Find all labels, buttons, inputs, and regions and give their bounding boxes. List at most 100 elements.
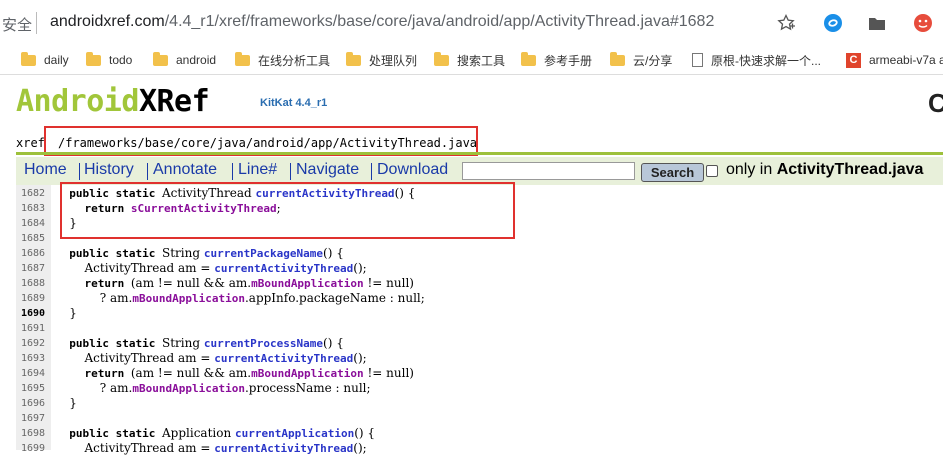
- bookmark-manuals[interactable]: 参考手册: [521, 50, 592, 70]
- line-number-link[interactable]: 1697: [21, 411, 51, 426]
- only-in-label: only in ActivityThread.java: [726, 161, 923, 179]
- line-number-link[interactable]: 1699: [21, 441, 51, 456]
- security-label[interactable]: 安全: [2, 14, 32, 35]
- keyword: public static: [69, 247, 162, 260]
- method-link[interactable]: currentActivityThread: [214, 442, 353, 455]
- method-link[interactable]: currentApplication: [235, 427, 354, 440]
- profile-icon[interactable]: [912, 12, 934, 34]
- code-text: public static String currentProcessName(…: [54, 336, 344, 351]
- bookmark-queue[interactable]: 处理队列: [346, 50, 417, 70]
- bookmark-armeabi[interactable]: Carmeabi-v7a a: [846, 50, 943, 70]
- code-fragment: [54, 426, 69, 440]
- bookmark-cloud[interactable]: 云/分享: [610, 50, 672, 70]
- bookmark-daily[interactable]: daily: [21, 50, 69, 70]
- code-text: }: [54, 306, 77, 321]
- field-link[interactable]: mBoundApplication: [132, 292, 245, 305]
- code-text: ActivityThread am = currentActivityThrea…: [54, 351, 367, 366]
- code-fragment: [54, 261, 85, 275]
- code-fragment: [54, 351, 85, 365]
- method-link[interactable]: currentActivityThread: [214, 352, 353, 365]
- code-fragment: ();: [353, 351, 367, 365]
- line-number-link[interactable]: 1683: [21, 201, 51, 216]
- menu-home[interactable]: Home: [24, 161, 67, 179]
- bookmark-search-tools[interactable]: 搜索工具: [434, 50, 505, 70]
- code-fragment: (am != null && am.: [130, 276, 252, 290]
- menu-navigate[interactable]: Navigate: [296, 161, 359, 179]
- code-fragment: (am != null && am.: [130, 366, 252, 380]
- line-number-link[interactable]: 1692: [21, 336, 51, 351]
- androidxref-logo[interactable]: AndroidXRef: [16, 84, 210, 119]
- code-text: ActivityThread am = currentActivityThrea…: [54, 261, 367, 276]
- code-fragment: () {: [354, 426, 376, 440]
- type-text: String: [161, 246, 204, 260]
- type-text: ActivityThread am =: [84, 261, 215, 275]
- line-number-link[interactable]: 1687: [21, 261, 51, 276]
- line-number-link[interactable]: 1695: [21, 381, 51, 396]
- line-number-link[interactable]: 1694: [21, 366, 51, 381]
- bookmark-primitive-root[interactable]: 原根-快速求解一个...: [692, 50, 821, 70]
- line-number-link[interactable]: 1696: [21, 396, 51, 411]
- bookmark-label: todo: [109, 53, 133, 67]
- menu-separator: [371, 163, 372, 180]
- line-number-link[interactable]: 1688: [21, 276, 51, 291]
- bookmark-label: 原根-快速求解一个...: [711, 53, 821, 68]
- code-fragment: ();: [353, 261, 367, 275]
- search-button[interactable]: Search: [641, 163, 704, 182]
- folder-icon: [21, 51, 36, 66]
- code-text: public static Application currentApplica…: [54, 426, 375, 441]
- line-number-link[interactable]: 1682: [21, 186, 51, 201]
- line-number-link[interactable]: 1684: [21, 216, 51, 231]
- code-fragment: ? am.: [54, 381, 133, 395]
- code-fragment: [54, 336, 69, 350]
- code-text: ActivityThread am = currentActivityThrea…: [54, 441, 367, 456]
- url-field[interactable]: androidxref.com/4.4_r1/xref/frameworks/b…: [50, 13, 714, 31]
- line-number-link[interactable]: 1686: [21, 246, 51, 261]
- folder-icon[interactable]: [866, 12, 888, 34]
- field-link[interactable]: mBoundApplication: [251, 367, 364, 380]
- method-link[interactable]: currentPackageName: [204, 247, 323, 260]
- search-input[interactable]: [462, 162, 635, 180]
- code-fragment: ();: [353, 441, 367, 455]
- line-number-link[interactable]: 1693: [21, 351, 51, 366]
- folder-icon: [153, 51, 168, 66]
- field-link[interactable]: mBoundApplication: [132, 382, 245, 395]
- bookmark-android[interactable]: android: [153, 50, 216, 70]
- address-bar: 安全 androidxref.com/4.4_r1/xref/framework…: [0, 0, 943, 46]
- type-text: ActivityThread am =: [84, 441, 215, 455]
- code-fragment: .appInfo.packageName : null;: [244, 291, 425, 305]
- menu-line-numbers[interactable]: Line#: [238, 161, 277, 179]
- line-number-link[interactable]: 1690: [21, 306, 51, 321]
- bookmark-todo[interactable]: todo: [86, 50, 132, 70]
- add-bookmark-icon[interactable]: [775, 12, 797, 34]
- code-text: ? am.mBoundApplication.appInfo.packageNa…: [54, 291, 425, 306]
- folder-icon: [346, 51, 361, 66]
- line-number-link[interactable]: 1689: [21, 291, 51, 306]
- code-fragment: != null): [363, 276, 414, 290]
- keyword: public static: [69, 427, 162, 440]
- line-number-link[interactable]: 1691: [21, 321, 51, 336]
- code-fragment: () {: [323, 336, 344, 350]
- line-number-link[interactable]: 1685: [21, 231, 51, 246]
- method-link[interactable]: currentProcessName: [204, 337, 323, 350]
- code-fragment: [54, 276, 85, 290]
- method-link[interactable]: currentActivityThread: [214, 262, 353, 275]
- keyword: return: [84, 277, 131, 290]
- menu-separator: [147, 163, 148, 180]
- code-text: }: [54, 396, 77, 411]
- code-fragment: [54, 441, 85, 455]
- only-in-file-checkbox[interactable]: [706, 165, 718, 177]
- line-number-link[interactable]: 1698: [21, 426, 51, 441]
- page-icon: [692, 53, 703, 67]
- field-link[interactable]: mBoundApplication: [251, 277, 364, 290]
- header-divider: [16, 152, 943, 155]
- bookmark-online-tools[interactable]: 在线分析工具: [235, 50, 330, 70]
- code-fragment: != null): [363, 366, 414, 380]
- type-text: Application: [161, 426, 235, 440]
- menu-annotate[interactable]: Annotate: [153, 161, 217, 179]
- menu-history[interactable]: History: [84, 161, 134, 179]
- sync-icon[interactable]: [822, 12, 844, 34]
- menu-download[interactable]: Download: [377, 161, 448, 179]
- folder-icon: [235, 51, 250, 66]
- bookmark-label: armeabi-v7a a: [869, 53, 943, 67]
- code-text: ? am.mBoundApplication.processName : nul…: [54, 381, 371, 396]
